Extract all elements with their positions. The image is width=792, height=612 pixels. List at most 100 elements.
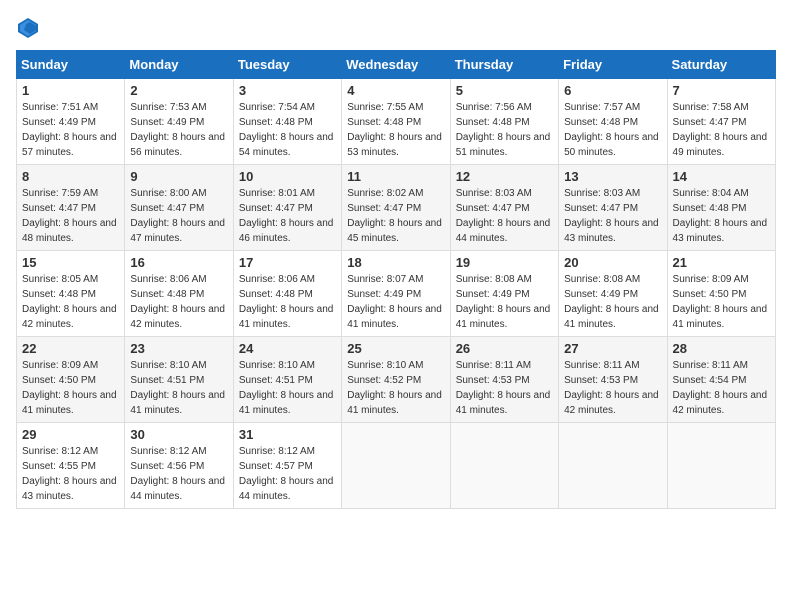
calendar-cell: 8 Sunrise: 7:59 AMSunset: 4:47 PMDayligh…: [17, 165, 125, 251]
day-number: 2: [130, 83, 227, 98]
day-info: Sunrise: 8:10 AMSunset: 4:51 PMDaylight:…: [130, 358, 227, 418]
day-number: 8: [22, 169, 119, 184]
calendar-day-header: Wednesday: [342, 51, 450, 79]
calendar-cell: 24 Sunrise: 8:10 AMSunset: 4:51 PMDaylig…: [233, 337, 341, 423]
calendar-cell: 9 Sunrise: 8:00 AMSunset: 4:47 PMDayligh…: [125, 165, 233, 251]
day-number: 17: [239, 255, 336, 270]
calendar-cell: 10 Sunrise: 8:01 AMSunset: 4:47 PMDaylig…: [233, 165, 341, 251]
calendar-cell: [450, 423, 558, 509]
calendar-cell: 19 Sunrise: 8:08 AMSunset: 4:49 PMDaylig…: [450, 251, 558, 337]
day-number: 6: [564, 83, 661, 98]
day-info: Sunrise: 7:58 AMSunset: 4:47 PMDaylight:…: [673, 100, 770, 160]
calendar-cell: 3 Sunrise: 7:54 AMSunset: 4:48 PMDayligh…: [233, 79, 341, 165]
day-info: Sunrise: 8:12 AMSunset: 4:56 PMDaylight:…: [130, 444, 227, 504]
page-header: [16, 16, 776, 40]
day-number: 23: [130, 341, 227, 356]
day-info: Sunrise: 8:12 AMSunset: 4:55 PMDaylight:…: [22, 444, 119, 504]
calendar-cell: 16 Sunrise: 8:06 AMSunset: 4:48 PMDaylig…: [125, 251, 233, 337]
day-number: 31: [239, 427, 336, 442]
calendar-cell: 23 Sunrise: 8:10 AMSunset: 4:51 PMDaylig…: [125, 337, 233, 423]
calendar-cell: 7 Sunrise: 7:58 AMSunset: 4:47 PMDayligh…: [667, 79, 775, 165]
calendar-cell: 17 Sunrise: 8:06 AMSunset: 4:48 PMDaylig…: [233, 251, 341, 337]
calendar-cell: [559, 423, 667, 509]
calendar-day-header: Friday: [559, 51, 667, 79]
calendar-header-row: SundayMondayTuesdayWednesdayThursdayFrid…: [17, 51, 776, 79]
day-info: Sunrise: 7:55 AMSunset: 4:48 PMDaylight:…: [347, 100, 444, 160]
calendar-week-row: 15 Sunrise: 8:05 AMSunset: 4:48 PMDaylig…: [17, 251, 776, 337]
day-info: Sunrise: 7:54 AMSunset: 4:48 PMDaylight:…: [239, 100, 336, 160]
calendar-day-header: Tuesday: [233, 51, 341, 79]
day-number: 1: [22, 83, 119, 98]
calendar-week-row: 1 Sunrise: 7:51 AMSunset: 4:49 PMDayligh…: [17, 79, 776, 165]
day-info: Sunrise: 8:03 AMSunset: 4:47 PMDaylight:…: [564, 186, 661, 246]
day-info: Sunrise: 8:05 AMSunset: 4:48 PMDaylight:…: [22, 272, 119, 332]
calendar-cell: 29 Sunrise: 8:12 AMSunset: 4:55 PMDaylig…: [17, 423, 125, 509]
calendar-cell: 15 Sunrise: 8:05 AMSunset: 4:48 PMDaylig…: [17, 251, 125, 337]
day-info: Sunrise: 8:00 AMSunset: 4:47 PMDaylight:…: [130, 186, 227, 246]
calendar-cell: 27 Sunrise: 8:11 AMSunset: 4:53 PMDaylig…: [559, 337, 667, 423]
logo-icon: [16, 16, 40, 40]
day-info: Sunrise: 7:53 AMSunset: 4:49 PMDaylight:…: [130, 100, 227, 160]
day-info: Sunrise: 8:06 AMSunset: 4:48 PMDaylight:…: [239, 272, 336, 332]
calendar-week-row: 29 Sunrise: 8:12 AMSunset: 4:55 PMDaylig…: [17, 423, 776, 509]
day-info: Sunrise: 8:09 AMSunset: 4:50 PMDaylight:…: [22, 358, 119, 418]
calendar-cell: 18 Sunrise: 8:07 AMSunset: 4:49 PMDaylig…: [342, 251, 450, 337]
day-info: Sunrise: 8:11 AMSunset: 4:54 PMDaylight:…: [673, 358, 770, 418]
day-info: Sunrise: 8:11 AMSunset: 4:53 PMDaylight:…: [564, 358, 661, 418]
day-number: 3: [239, 83, 336, 98]
day-info: Sunrise: 8:11 AMSunset: 4:53 PMDaylight:…: [456, 358, 553, 418]
day-info: Sunrise: 8:09 AMSunset: 4:50 PMDaylight:…: [673, 272, 770, 332]
calendar-cell: 13 Sunrise: 8:03 AMSunset: 4:47 PMDaylig…: [559, 165, 667, 251]
day-number: 5: [456, 83, 553, 98]
calendar-cell: 21 Sunrise: 8:09 AMSunset: 4:50 PMDaylig…: [667, 251, 775, 337]
calendar-day-header: Saturday: [667, 51, 775, 79]
day-info: Sunrise: 7:56 AMSunset: 4:48 PMDaylight:…: [456, 100, 553, 160]
calendar-cell: 28 Sunrise: 8:11 AMSunset: 4:54 PMDaylig…: [667, 337, 775, 423]
day-info: Sunrise: 8:03 AMSunset: 4:47 PMDaylight:…: [456, 186, 553, 246]
day-number: 24: [239, 341, 336, 356]
calendar-cell: 4 Sunrise: 7:55 AMSunset: 4:48 PMDayligh…: [342, 79, 450, 165]
day-number: 28: [673, 341, 770, 356]
calendar-week-row: 8 Sunrise: 7:59 AMSunset: 4:47 PMDayligh…: [17, 165, 776, 251]
day-number: 27: [564, 341, 661, 356]
calendar-week-row: 22 Sunrise: 8:09 AMSunset: 4:50 PMDaylig…: [17, 337, 776, 423]
calendar-cell: [667, 423, 775, 509]
day-number: 18: [347, 255, 444, 270]
calendar-cell: 20 Sunrise: 8:08 AMSunset: 4:49 PMDaylig…: [559, 251, 667, 337]
day-info: Sunrise: 8:06 AMSunset: 4:48 PMDaylight:…: [130, 272, 227, 332]
day-info: Sunrise: 8:10 AMSunset: 4:52 PMDaylight:…: [347, 358, 444, 418]
day-number: 25: [347, 341, 444, 356]
day-number: 11: [347, 169, 444, 184]
day-info: Sunrise: 8:08 AMSunset: 4:49 PMDaylight:…: [564, 272, 661, 332]
calendar-cell: 5 Sunrise: 7:56 AMSunset: 4:48 PMDayligh…: [450, 79, 558, 165]
calendar-cell: 6 Sunrise: 7:57 AMSunset: 4:48 PMDayligh…: [559, 79, 667, 165]
day-number: 13: [564, 169, 661, 184]
calendar-table: SundayMondayTuesdayWednesdayThursdayFrid…: [16, 50, 776, 509]
calendar-cell: 11 Sunrise: 8:02 AMSunset: 4:47 PMDaylig…: [342, 165, 450, 251]
calendar-cell: 25 Sunrise: 8:10 AMSunset: 4:52 PMDaylig…: [342, 337, 450, 423]
calendar-cell: 2 Sunrise: 7:53 AMSunset: 4:49 PMDayligh…: [125, 79, 233, 165]
calendar-cell: 1 Sunrise: 7:51 AMSunset: 4:49 PMDayligh…: [17, 79, 125, 165]
day-number: 4: [347, 83, 444, 98]
day-number: 14: [673, 169, 770, 184]
day-number: 29: [22, 427, 119, 442]
calendar-cell: 12 Sunrise: 8:03 AMSunset: 4:47 PMDaylig…: [450, 165, 558, 251]
day-info: Sunrise: 7:51 AMSunset: 4:49 PMDaylight:…: [22, 100, 119, 160]
day-info: Sunrise: 8:04 AMSunset: 4:48 PMDaylight:…: [673, 186, 770, 246]
day-info: Sunrise: 8:08 AMSunset: 4:49 PMDaylight:…: [456, 272, 553, 332]
day-info: Sunrise: 7:59 AMSunset: 4:47 PMDaylight:…: [22, 186, 119, 246]
day-info: Sunrise: 8:10 AMSunset: 4:51 PMDaylight:…: [239, 358, 336, 418]
calendar-cell: [342, 423, 450, 509]
day-number: 12: [456, 169, 553, 184]
day-number: 26: [456, 341, 553, 356]
day-info: Sunrise: 8:02 AMSunset: 4:47 PMDaylight:…: [347, 186, 444, 246]
calendar-day-header: Thursday: [450, 51, 558, 79]
day-number: 30: [130, 427, 227, 442]
day-info: Sunrise: 8:07 AMSunset: 4:49 PMDaylight:…: [347, 272, 444, 332]
day-number: 22: [22, 341, 119, 356]
calendar-cell: 26 Sunrise: 8:11 AMSunset: 4:53 PMDaylig…: [450, 337, 558, 423]
day-number: 19: [456, 255, 553, 270]
calendar-day-header: Sunday: [17, 51, 125, 79]
day-number: 20: [564, 255, 661, 270]
calendar-day-header: Monday: [125, 51, 233, 79]
